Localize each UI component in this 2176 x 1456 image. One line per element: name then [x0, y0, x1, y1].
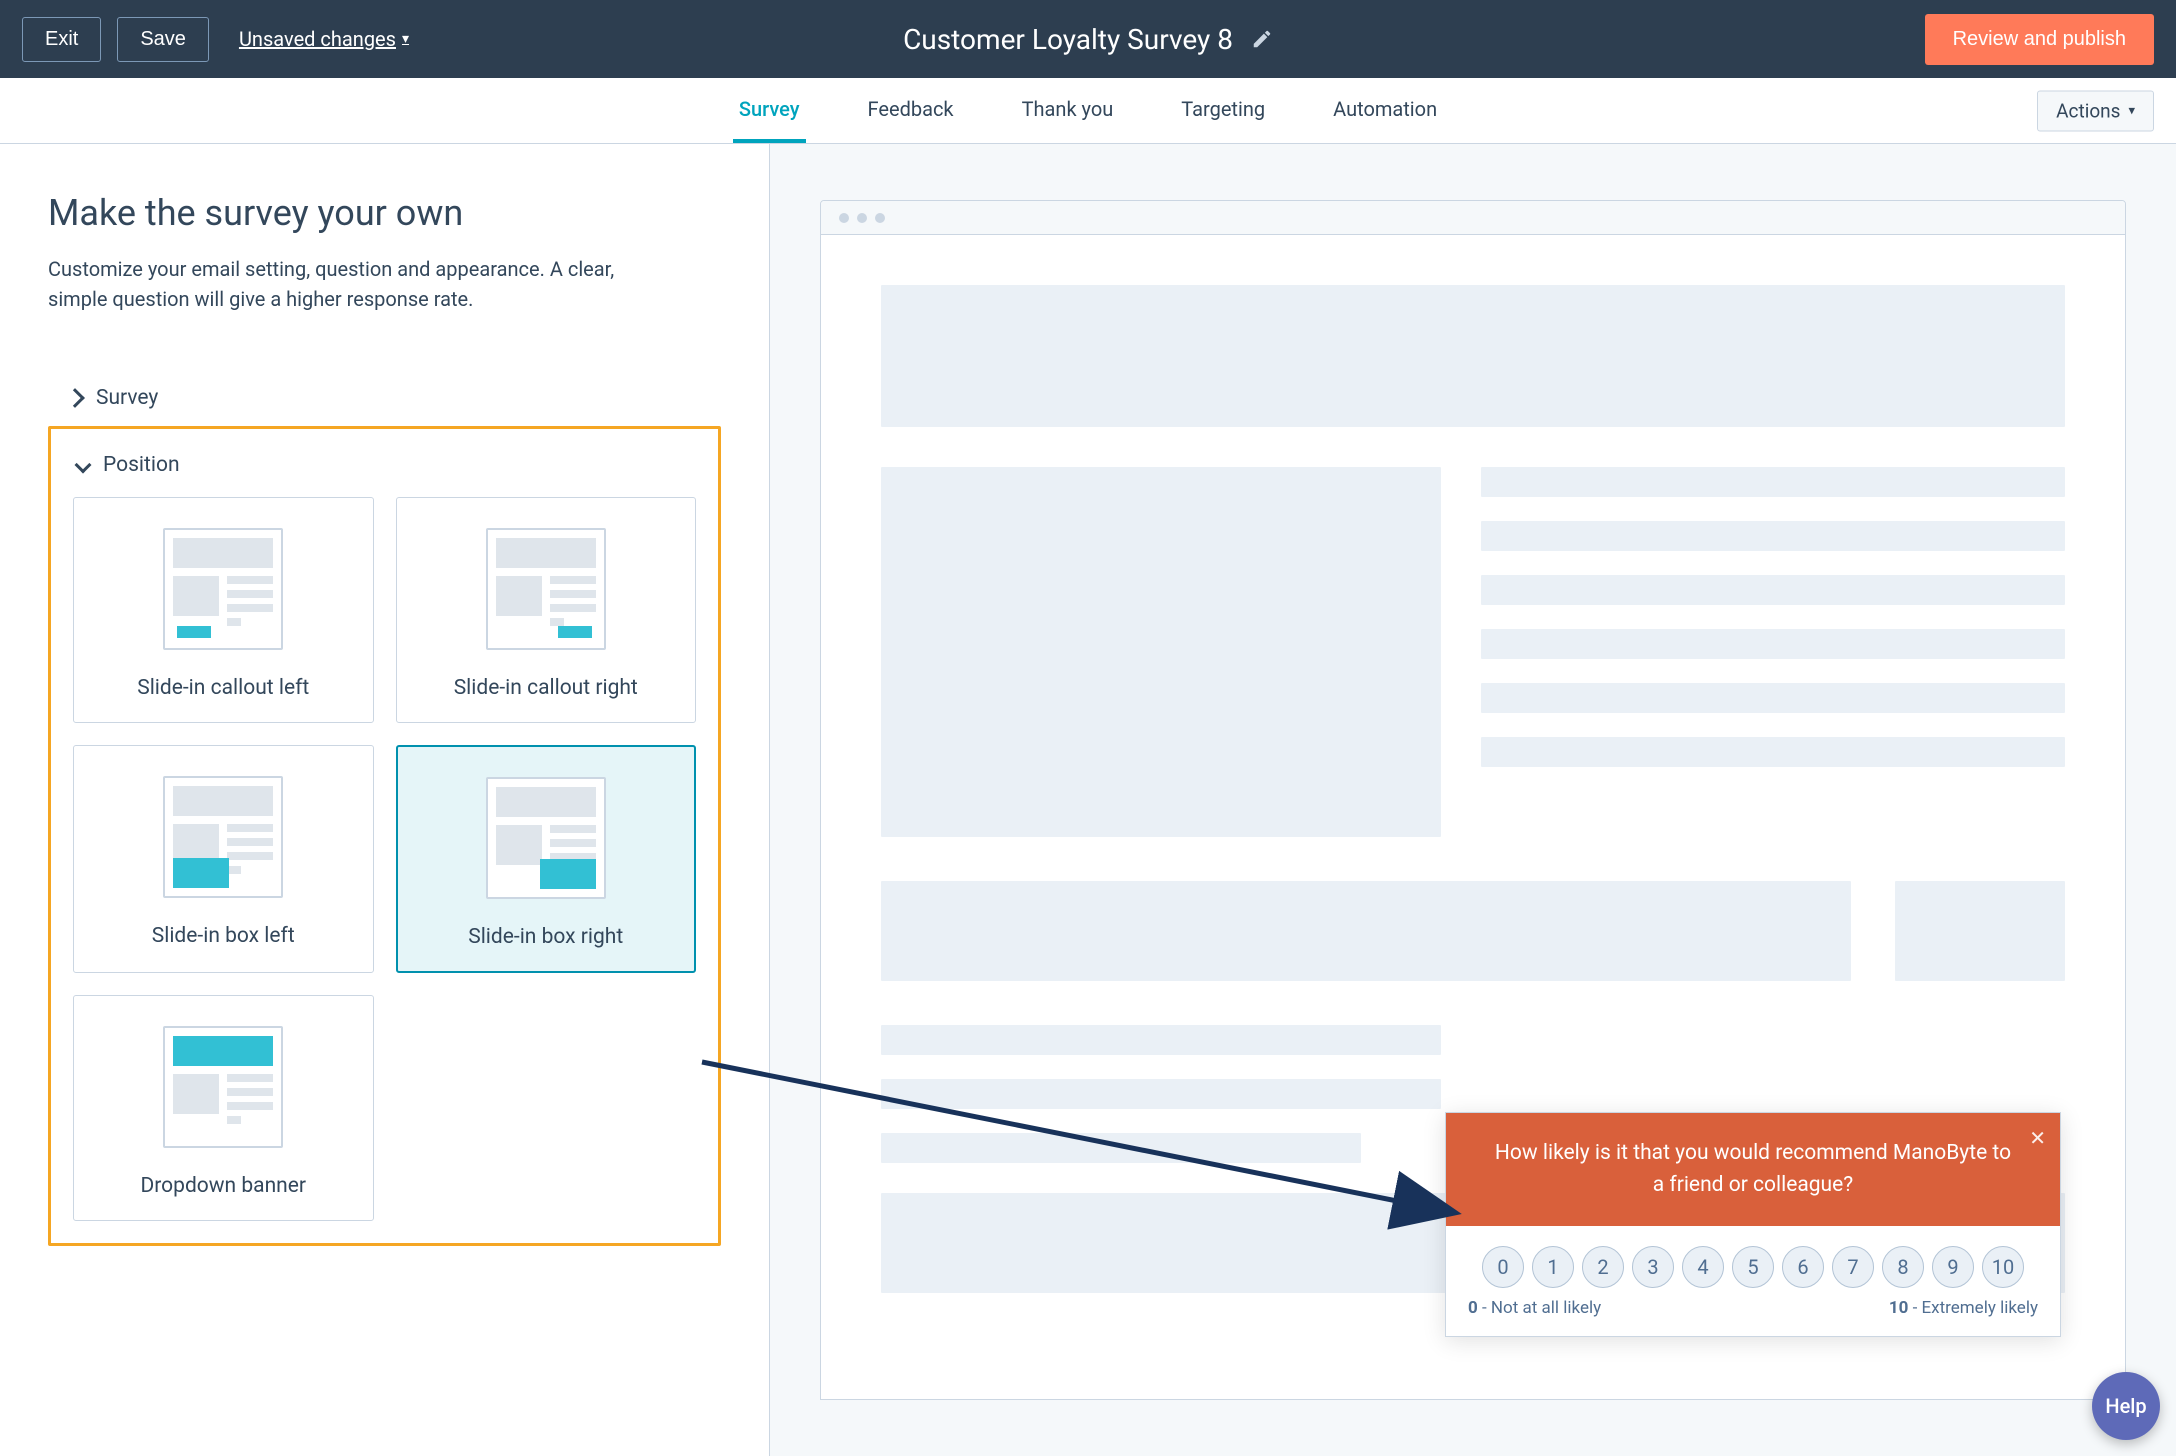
tab-bar: Survey Feedback Thank you Targeting Auto…: [0, 78, 2176, 144]
unsaved-changes-label: Unsaved changes: [239, 27, 396, 51]
main-area: Make the survey your own Customize your …: [0, 144, 2176, 1456]
nps-score-10[interactable]: 10: [1982, 1246, 2024, 1288]
review-and-publish-button[interactable]: Review and publish: [1925, 14, 2154, 65]
caret-down-icon: ▾: [402, 31, 409, 47]
option-slide-in-callout-left[interactable]: Slide-in callout left: [73, 497, 374, 723]
nps-score-5[interactable]: 5: [1732, 1246, 1774, 1288]
exit-button[interactable]: Exit: [22, 17, 101, 62]
option-label: Slide-in box left: [152, 924, 295, 948]
nps-score-7[interactable]: 7: [1832, 1246, 1874, 1288]
unsaved-changes-dropdown[interactable]: Unsaved changes ▾: [239, 27, 409, 51]
nps-high-num: 10: [1889, 1298, 1909, 1318]
survey-popup-header: ✕ How likely is it that you would recomm…: [1446, 1113, 2060, 1226]
side-heading: Make the survey your own: [48, 192, 721, 234]
thumb-box-right: [486, 777, 606, 899]
accordion-survey[interactable]: Survey: [48, 368, 721, 429]
nps-high-text: - Extremely likely: [1908, 1298, 2038, 1318]
chevron-down-icon: [75, 457, 92, 474]
nps-low-num: 0: [1468, 1298, 1478, 1318]
nps-score-4[interactable]: 4: [1682, 1246, 1724, 1288]
browser-chrome: [821, 201, 2125, 235]
tab-feedback[interactable]: Feedback: [862, 78, 960, 143]
option-label: Slide-in callout right: [454, 676, 638, 700]
tab-automation[interactable]: Automation: [1327, 78, 1443, 143]
nps-score-6[interactable]: 6: [1782, 1246, 1824, 1288]
help-fab[interactable]: Help: [2092, 1372, 2160, 1440]
nps-score-3[interactable]: 3: [1632, 1246, 1674, 1288]
nps-score-0[interactable]: 0: [1482, 1246, 1524, 1288]
actions-dropdown[interactable]: Actions ▾: [2037, 90, 2154, 131]
chevron-right-icon: [65, 388, 85, 408]
caret-down-icon: ▾: [2128, 103, 2135, 118]
window-dot-icon: [839, 213, 849, 223]
top-bar: Exit Save Unsaved changes ▾ Customer Loy…: [0, 0, 2176, 78]
option-dropdown-banner[interactable]: Dropdown banner: [73, 995, 374, 1221]
option-slide-in-box-right[interactable]: Slide-in box right: [396, 745, 697, 973]
save-button[interactable]: Save: [117, 17, 209, 62]
option-label: Slide-in callout left: [137, 676, 309, 700]
option-label: Dropdown banner: [140, 1174, 306, 1198]
browser-preview: ✕ How likely is it that you would recomm…: [820, 200, 2126, 1400]
accordion-position[interactable]: Position: [73, 447, 696, 497]
nps-score-9[interactable]: 9: [1932, 1246, 1974, 1288]
accordion-position-label: Position: [103, 453, 180, 477]
preview-wrap: ✕ How likely is it that you would recomm…: [770, 144, 2176, 1456]
nps-scale-labels: 0 - Not at all likely 10 - Extremely lik…: [1446, 1298, 2060, 1336]
tab-targeting[interactable]: Targeting: [1175, 78, 1271, 143]
tab-thank-you[interactable]: Thank you: [1016, 78, 1120, 143]
nps-scale: 0 1 2 3 4 5 6 7 8 9 10: [1446, 1226, 2060, 1298]
close-icon[interactable]: ✕: [2029, 1123, 2046, 1154]
window-dot-icon: [875, 213, 885, 223]
thumb-callout-right: [486, 528, 606, 650]
thumb-callout-left: [163, 528, 283, 650]
thumb-dropdown-banner: [163, 1026, 283, 1148]
accordion-survey-label: Survey: [96, 386, 158, 410]
position-panel-highlight: Position Slide-in callout left: [48, 426, 721, 1246]
option-slide-in-box-left[interactable]: Slide-in box left: [73, 745, 374, 973]
side-panel: Make the survey your own Customize your …: [0, 144, 770, 1456]
survey-question: How likely is it that you would recommen…: [1495, 1141, 2011, 1198]
window-dot-icon: [857, 213, 867, 223]
survey-popup: ✕ How likely is it that you would recomm…: [1445, 1112, 2061, 1337]
option-label: Slide-in box right: [468, 925, 623, 949]
tab-survey[interactable]: Survey: [733, 78, 806, 143]
edit-title-icon[interactable]: [1251, 28, 1273, 50]
page-title: Customer Loyalty Survey 8: [903, 23, 1233, 56]
nps-score-8[interactable]: 8: [1882, 1246, 1924, 1288]
side-description: Customize your email setting, question a…: [48, 254, 668, 314]
nps-low-text: - Not at all likely: [1478, 1298, 1601, 1318]
position-options-grid: Slide-in callout left Slide-in callout r…: [73, 497, 696, 1221]
nps-score-2[interactable]: 2: [1582, 1246, 1624, 1288]
nps-score-1[interactable]: 1: [1532, 1246, 1574, 1288]
option-slide-in-callout-right[interactable]: Slide-in callout right: [396, 497, 697, 723]
thumb-box-left: [163, 776, 283, 898]
actions-label: Actions: [2056, 99, 2120, 122]
